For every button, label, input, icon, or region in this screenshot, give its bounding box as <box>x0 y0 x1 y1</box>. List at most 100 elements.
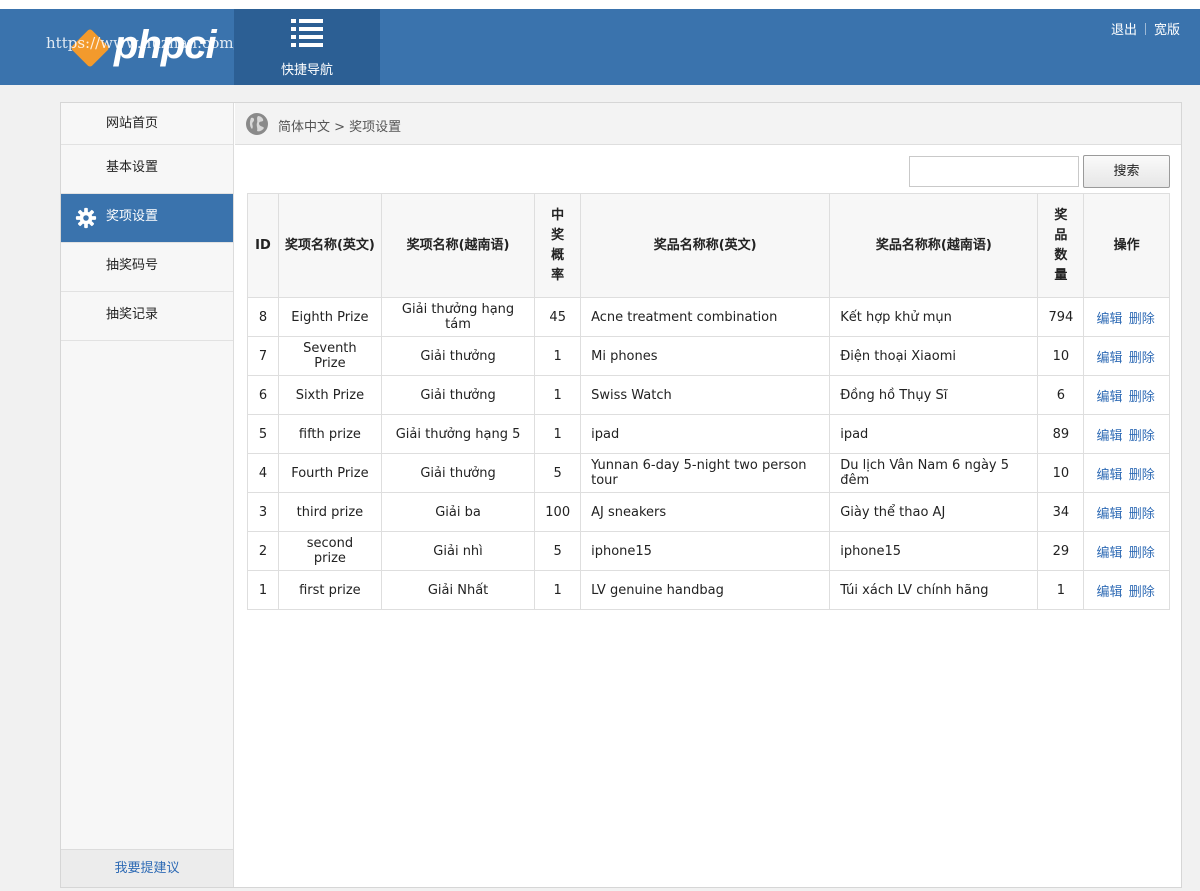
cell-prize-name-vi: Giải thưởng <box>380 336 536 376</box>
cell-actions: 编辑 删除 <box>1083 414 1170 454</box>
delete-link[interactable]: 删除 <box>1129 351 1155 366</box>
edit-link[interactable]: 编辑 <box>1097 429 1123 444</box>
cell-id: 6 <box>247 375 279 415</box>
cell-item-name-vi: Đồng hồ Thụy Sĩ <box>829 375 1039 415</box>
table-row: 5 fifth prize Giải thưởng hạng 5 1 ipad ipad 8… <box>247 414 1170 454</box>
breadcrumb-bar: 简体中文 > 奖项设置 <box>235 103 1181 145</box>
cell-prize-name-vi: Giải Nhất <box>380 570 536 610</box>
sidebar-item-basic-settings[interactable]: 基本设置 <box>61 145 233 194</box>
edit-link[interactable]: 编辑 <box>1097 468 1123 483</box>
sidebar-item-lottery-records[interactable]: 抽奖记录 <box>61 292 233 341</box>
table-header-row: ID 奖项名称(英文) 奖项名称(越南语) 中奖概率 奖品名称称(英文) 奖品名… <box>247 193 1170 298</box>
cell-id: 4 <box>247 453 279 493</box>
cell-id: 1 <box>247 570 279 610</box>
cell-id: 2 <box>247 531 279 571</box>
cell-id: 7 <box>247 336 279 376</box>
col-header-id: ID <box>247 193 279 298</box>
col-header-prize-name-en: 奖项名称(英文) <box>277 193 382 298</box>
cell-item-name-vi: ipad <box>829 414 1039 454</box>
search-input[interactable] <box>909 156 1079 187</box>
sidebar-item-lottery-codes[interactable]: 抽奖码号 <box>61 243 233 292</box>
main-frame: 网站首页 基本设置 奖项设置 抽奖码号 抽奖记录 我要提建议 简体中文 > 奖项… <box>60 102 1182 888</box>
table-row: 1 first prize Giải Nhất 1 LV genuine handbag… <box>247 570 1170 610</box>
cell-item-name-en: Acne treatment combination <box>580 297 831 337</box>
cell-item-name-vi: Giày thể thao AJ <box>829 492 1039 532</box>
sidebar: 网站首页 基本设置 奖项设置 抽奖码号 抽奖记录 我要提建议 <box>61 103 234 887</box>
cell-win-probability: 1 <box>534 336 582 376</box>
cell-prize-name-en: third prize <box>277 492 382 532</box>
cell-prize-name-en: Sixth Prize <box>277 375 382 415</box>
header-links: 退出 宽版 <box>1111 19 1180 38</box>
cell-item-name-en: Mi phones <box>580 336 831 376</box>
cell-prize-name-vi: Giải ba <box>380 492 536 532</box>
col-header-item-name-en: 奖品名称称(英文) <box>580 193 831 298</box>
delete-link[interactable]: 删除 <box>1129 390 1155 405</box>
edit-link[interactable]: 编辑 <box>1097 585 1123 600</box>
cell-item-quantity: 89 <box>1037 414 1085 454</box>
table-row: 7 Seventh Prize Giải thưởng 1 Mi phones Điện … <box>247 336 1170 376</box>
sidebar-item-home[interactable]: 网站首页 <box>61 103 233 145</box>
sidebar-item-prize-settings[interactable]: 奖项设置 <box>61 194 233 243</box>
cell-prize-name-vi: Giải thưởng <box>380 375 536 415</box>
cell-item-name-en: ipad <box>580 414 831 454</box>
delete-link[interactable]: 删除 <box>1129 546 1155 561</box>
col-header-item-quantity: 奖品数量 <box>1037 193 1085 298</box>
cell-actions: 编辑 删除 <box>1083 297 1170 337</box>
cell-prize-name-en: second prize <box>277 531 382 571</box>
cell-win-probability: 1 <box>534 570 582 610</box>
cell-item-quantity: 794 <box>1037 297 1085 337</box>
cell-actions: 编辑 删除 <box>1083 531 1170 571</box>
table-row: 2 second prize Giải nhì 5 iphone15 iphone15 29… <box>247 531 1170 571</box>
globe-icon <box>246 113 268 135</box>
top-strip <box>0 0 1200 9</box>
edit-link[interactable]: 编辑 <box>1097 312 1123 327</box>
cell-win-probability: 100 <box>534 492 582 532</box>
delete-link[interactable]: 删除 <box>1129 585 1155 600</box>
cell-item-name-en: Swiss Watch <box>580 375 831 415</box>
edit-link[interactable]: 编辑 <box>1097 390 1123 405</box>
table-row: 6 Sixth Prize Giải thưởng 1 Swiss Watch Đồng … <box>247 375 1170 415</box>
cell-actions: 编辑 删除 <box>1083 570 1170 610</box>
delete-link[interactable]: 删除 <box>1129 468 1155 483</box>
table-row: 8 Eighth Prize Giải thưởng hạng tám 45 Acne … <box>247 297 1170 337</box>
cell-actions: 编辑 删除 <box>1083 492 1170 532</box>
search-button[interactable]: 搜索 <box>1083 155 1170 188</box>
edit-link[interactable]: 编辑 <box>1097 546 1123 561</box>
cell-win-probability: 1 <box>534 414 582 454</box>
content-area: 简体中文 > 奖项设置 搜索 ID 奖项名称(英文) 奖项名称(越南语) 中奖概… <box>235 103 1181 887</box>
col-header-item-name-vi: 奖品名称称(越南语) <box>829 193 1039 298</box>
cell-item-quantity: 6 <box>1037 375 1085 415</box>
cell-win-probability: 45 <box>534 297 582 337</box>
cell-item-quantity: 10 <box>1037 336 1085 376</box>
col-header-label: 中奖概率 <box>551 207 565 283</box>
table-body: 8 Eighth Prize Giải thưởng hạng tám 45 Acne … <box>247 297 1170 610</box>
logout-link[interactable]: 退出 <box>1111 23 1137 38</box>
delete-link[interactable]: 删除 <box>1129 507 1155 522</box>
cell-prize-name-en: Eighth Prize <box>277 297 382 337</box>
wide-layout-link[interactable]: 宽版 <box>1154 23 1180 38</box>
cell-item-name-en: Yunnan 6-day 5-night two person tour <box>580 453 831 493</box>
cell-prize-name-vi: Giải thưởng hạng 5 <box>380 414 536 454</box>
list-icon <box>291 19 323 47</box>
cell-item-name-vi: Điện thoại Xiaomi <box>829 336 1039 376</box>
quick-nav-button[interactable]: 快捷导航 <box>234 9 380 85</box>
cell-item-quantity: 10 <box>1037 453 1085 493</box>
cell-item-name-en: AJ sneakers <box>580 492 831 532</box>
sidebar-item-label: 网站首页 <box>106 116 159 131</box>
breadcrumb: 简体中文 > 奖项设置 <box>278 120 402 135</box>
prize-table: ID 奖项名称(英文) 奖项名称(越南语) 中奖概率 奖品名称称(英文) 奖品名… <box>247 193 1170 610</box>
sidebar-item-label: 奖项设置 <box>106 209 159 224</box>
cell-prize-name-en: fifth prize <box>277 414 382 454</box>
delete-link[interactable]: 删除 <box>1129 312 1155 327</box>
suggestion-link[interactable]: 我要提建议 <box>61 849 233 887</box>
col-header-label: 奖品数量 <box>1054 207 1068 283</box>
cell-id: 8 <box>247 297 279 337</box>
cell-prize-name-en: Seventh Prize <box>277 336 382 376</box>
table-row: 3 third prize Giải ba 100 AJ sneakers Giày th… <box>247 492 1170 532</box>
edit-link[interactable]: 编辑 <box>1097 351 1123 366</box>
cell-item-name-vi: Kết hợp khử mụn <box>829 297 1039 337</box>
table-row: 4 Fourth Prize Giải thưởng 5 Yunnan 6-day 5-… <box>247 453 1170 493</box>
cell-actions: 编辑 删除 <box>1083 336 1170 376</box>
edit-link[interactable]: 编辑 <box>1097 507 1123 522</box>
delete-link[interactable]: 删除 <box>1129 429 1155 444</box>
